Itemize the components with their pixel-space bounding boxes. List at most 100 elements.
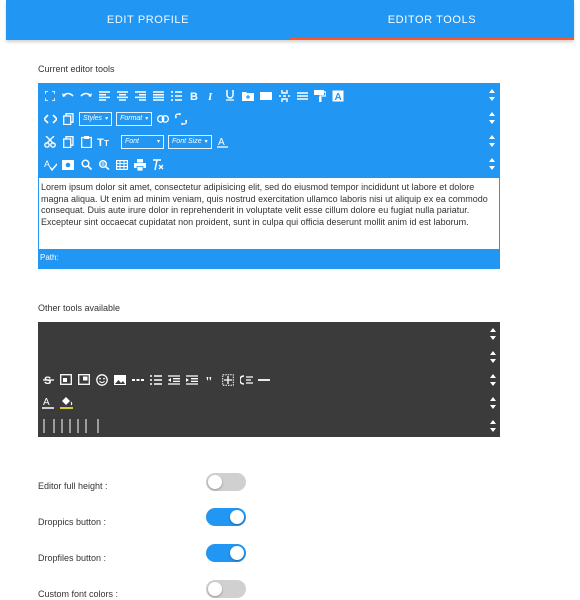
svg-text:I: I <box>207 91 213 101</box>
row-reorder-icon[interactable] <box>490 420 496 432</box>
text-size-icon[interactable]: TT <box>97 135 111 149</box>
image-icon[interactable] <box>61 158 75 172</box>
spellcheck-icon[interactable]: A <box>43 158 57 172</box>
toggle-knob <box>230 510 244 524</box>
preview-icon[interactable] <box>77 373 91 387</box>
row-reorder-icon[interactable] <box>490 351 496 363</box>
italic-icon[interactable]: I <box>205 89 219 103</box>
toolbar-row[interactable]: Styles ▾ Format ▾ <box>39 107 499 130</box>
toggle-knob <box>230 546 244 560</box>
cut-icon[interactable] <box>43 135 57 149</box>
editor-content[interactable]: Lorem ipsum dolor sit amet, consectetur … <box>38 177 500 249</box>
font-select[interactable]: Font ▾ <box>121 134 165 149</box>
svg-text:": " <box>205 376 213 384</box>
row-reorder-icon[interactable] <box>490 328 496 340</box>
text-color-box-icon[interactable]: A <box>331 89 345 103</box>
format-painter-icon[interactable] <box>313 89 327 103</box>
paragraph-lines-icon[interactable] <box>295 89 309 103</box>
media-frame-icon[interactable] <box>59 373 73 387</box>
copy-icon[interactable] <box>61 135 75 149</box>
search-replace-icon[interactable] <box>97 158 111 172</box>
separator-icon[interactable] <box>41 418 47 433</box>
row-reorder-icon[interactable] <box>489 89 495 101</box>
numbered-list-icon[interactable] <box>149 373 163 387</box>
row-reorder-icon[interactable] <box>489 158 495 170</box>
align-center-icon[interactable] <box>115 89 129 103</box>
other-tools-row[interactable] <box>38 322 500 345</box>
toolbar-row[interactable]: B I A <box>39 84 499 107</box>
tab-editor-tools[interactable]: EDITOR TOOLS <box>290 0 574 40</box>
droppics-button-toggle[interactable] <box>206 508 246 526</box>
styles-select[interactable]: Styles ▾ <box>79 111 113 126</box>
source-code-icon[interactable] <box>43 112 57 126</box>
setting-label-droppics-button: Droppics button : <box>38 517 107 527</box>
svg-text:T: T <box>97 137 104 147</box>
clear-format-icon[interactable] <box>151 158 165 172</box>
align-left-icon[interactable] <box>97 89 111 103</box>
paste-icon[interactable] <box>79 135 93 149</box>
current-toolbar: B I A Styles ▾ Format ▾ TT Font ▾ Font S… <box>38 83 500 177</box>
row-reorder-icon[interactable] <box>489 135 495 147</box>
outdent-icon[interactable] <box>167 373 181 387</box>
strikethrough-icon[interactable]: S <box>41 373 55 387</box>
insert-image-icon[interactable] <box>113 373 127 387</box>
toolbar-row[interactable]: A <box>39 153 499 176</box>
editor-full-height-toggle[interactable] <box>206 473 246 491</box>
toolbar-row[interactable]: TT Font ▾ Font Size ▾ A <box>39 130 499 153</box>
background-color-icon[interactable] <box>59 396 73 410</box>
unlink-icon[interactable] <box>174 112 188 126</box>
separator-icon[interactable] <box>83 418 89 433</box>
copy-block-icon[interactable] <box>61 112 75 126</box>
svg-text:A: A <box>335 92 342 102</box>
horizontal-line-icon[interactable] <box>257 373 271 387</box>
font-color-icon[interactable]: A <box>216 135 230 149</box>
align-right-icon[interactable] <box>133 89 147 103</box>
toggle-knob <box>208 582 222 596</box>
row-reorder-icon[interactable] <box>489 112 495 124</box>
tab-edit-profile[interactable]: EDIT PROFILE <box>6 0 290 40</box>
print-icon[interactable] <box>133 158 147 172</box>
row-reorder-icon[interactable] <box>490 397 496 409</box>
anchor-grid-icon[interactable] <box>221 373 235 387</box>
other-tools-panel: S " A <box>38 322 500 437</box>
insert-folder-icon[interactable] <box>241 89 255 103</box>
toggle-knob <box>208 475 222 489</box>
setting-label-dropfiles-button: Dropfiles button : <box>38 553 107 563</box>
svg-text:T: T <box>104 139 109 147</box>
bullet-list-icon[interactable] <box>169 89 183 103</box>
separator-icon[interactable] <box>59 418 65 433</box>
text-color-icon[interactable]: A <box>41 396 55 410</box>
page-break-icon[interactable] <box>277 89 291 103</box>
separator-icon[interactable] <box>75 418 81 433</box>
dropfiles-button-toggle[interactable] <box>206 544 246 562</box>
image-block-icon[interactable] <box>259 89 273 103</box>
current-editor: B I A Styles ▾ Format ▾ TT Font ▾ Font S… <box>38 83 500 269</box>
custom-font-colors-toggle[interactable] <box>206 580 246 598</box>
table-icon[interactable] <box>115 158 129 172</box>
blockquote-icon[interactable]: " <box>203 373 217 387</box>
other-tools-row[interactable] <box>38 345 500 368</box>
separator-icon[interactable] <box>95 418 101 433</box>
align-justify-icon[interactable] <box>151 89 165 103</box>
horizontal-rule-dashed-icon[interactable] <box>131 373 145 387</box>
separator-icon[interactable] <box>67 418 73 433</box>
fullscreen-icon[interactable] <box>43 89 57 103</box>
undo-icon[interactable] <box>61 89 75 103</box>
separator-icon[interactable] <box>51 418 57 433</box>
other-tools-row[interactable] <box>38 414 500 437</box>
search-icon[interactable] <box>79 158 93 172</box>
bold-icon[interactable]: B <box>187 89 201 103</box>
font-size-select[interactable]: Font Size ▾ <box>168 134 212 149</box>
link-icon[interactable] <box>156 112 170 126</box>
emoticon-icon[interactable] <box>95 373 109 387</box>
redo-icon[interactable] <box>79 89 93 103</box>
svg-text:B: B <box>190 91 198 101</box>
row-reorder-icon[interactable] <box>490 374 496 386</box>
list-style-icon[interactable] <box>239 373 253 387</box>
other-tools-row[interactable]: S " <box>38 368 500 391</box>
indent-icon[interactable] <box>185 373 199 387</box>
underline-icon[interactable] <box>223 89 237 103</box>
format-select[interactable]: Format ▾ <box>116 111 153 126</box>
other-tools-row[interactable]: A <box>38 391 500 414</box>
svg-text:A: A <box>44 159 50 169</box>
